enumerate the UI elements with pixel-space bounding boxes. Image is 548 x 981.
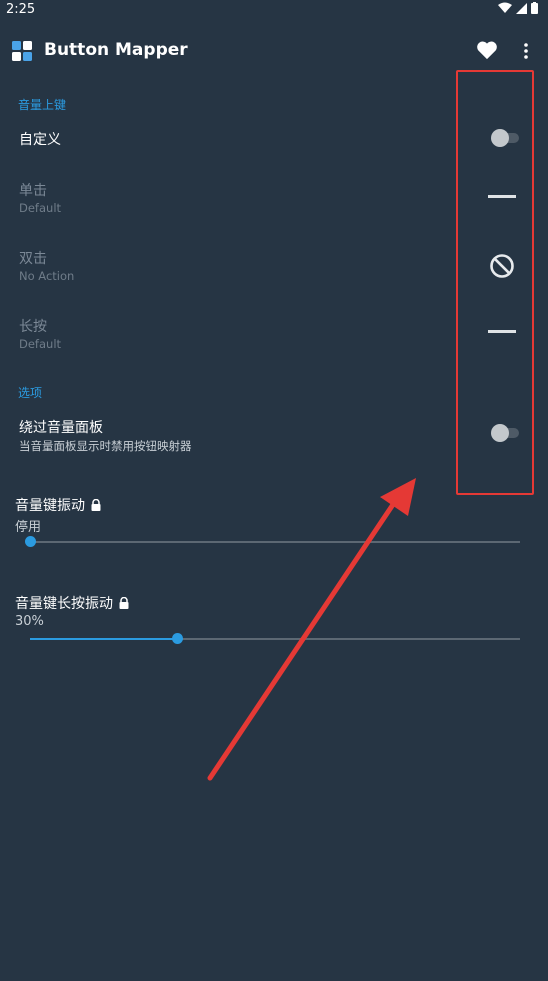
annotation-arrow-icon bbox=[207, 478, 416, 781]
